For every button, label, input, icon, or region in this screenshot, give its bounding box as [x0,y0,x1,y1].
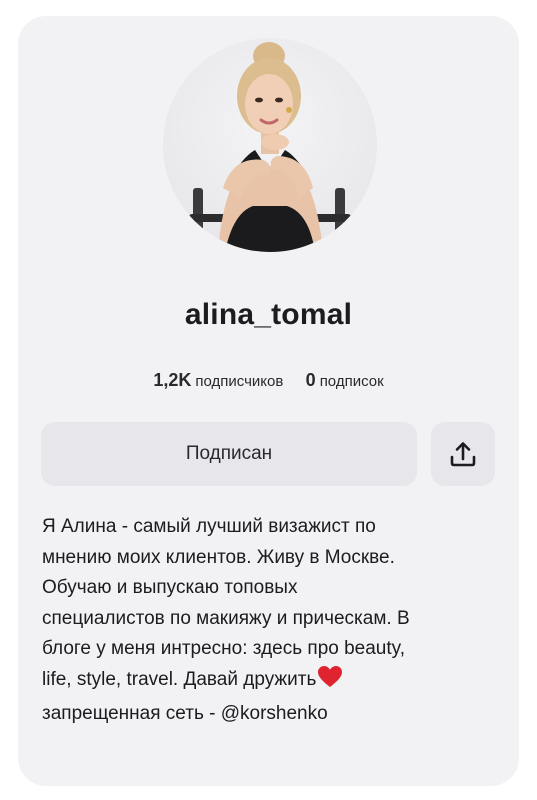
avatar-photo [189,42,351,252]
bio-line: life, style, travel. Давай дружить [42,668,317,690]
subscribed-button-label: Подписан [185,443,273,464]
following-count: 0 [305,370,316,390]
bio-line: блоге у меня интресно: здесь про beauty, [42,638,406,659]
followers-stat[interactable]: 1,2K подписчиков [153,370,287,390]
profile-username: alina_tomal [184,298,353,331]
share-upload-icon [450,442,476,467]
bio-line: специалистов по макияжу и прическам. В [42,607,410,629]
followers-label: подписчиков [195,373,284,390]
following-label: подписок [319,373,384,390]
subscribed-button[interactable]: Подписан [41,422,417,486]
profile-avatar[interactable] [163,38,377,252]
bio-line: мнению моих клиентов. Живу в Москве. [42,546,395,568]
share-button[interactable] [431,422,495,486]
profile-bio: Я Алина - самый лучший визажист по мнени… [42,512,498,730]
heart-icon [317,665,343,700]
bio-line[interactable]: запрещенная сеть - @korshenko [42,699,498,730]
bio-line: Я Алина - самый лучший визажист по [42,516,376,537]
following-stat[interactable]: 0 подписок [305,370,384,390]
bio-line: Обучаю и выпускаю топовых [42,577,298,598]
profile-stats: 1,2K подписчиков 0 подписок [0,370,537,391]
followers-count: 1,2K [153,370,192,390]
bio-line-with-heart: life, style, travel. Давай дружить [42,665,498,700]
